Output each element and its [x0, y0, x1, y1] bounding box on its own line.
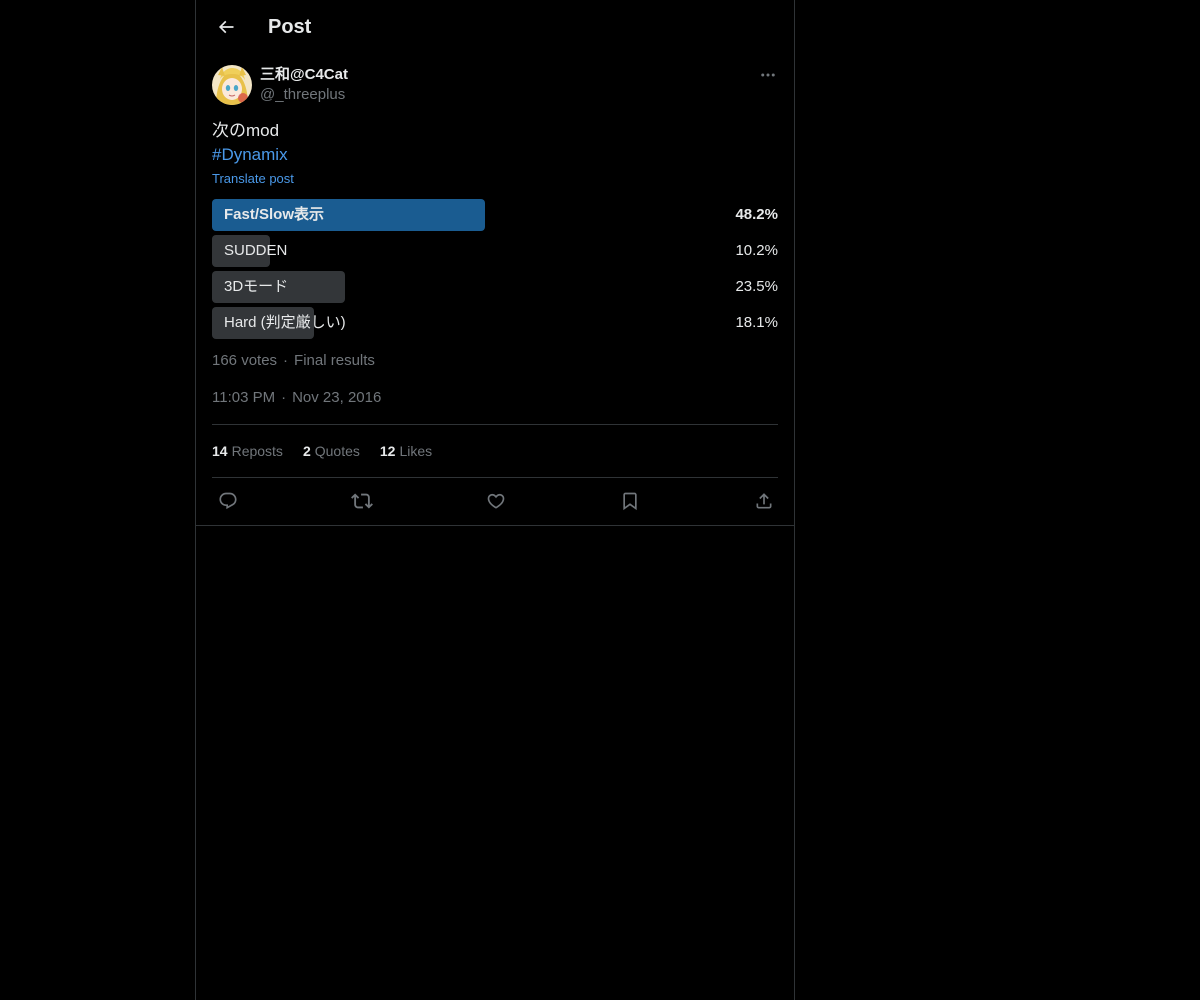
post-column: Post 三和@C4Cat @_threeplus 次のmod #Dynamix… [195, 0, 795, 1000]
poll-option-label: Hard (判定厳しい) [224, 314, 346, 331]
reposts-stat[interactable]: 14 Reposts [212, 441, 283, 461]
page-title: Post [268, 16, 312, 38]
divider [212, 424, 778, 425]
poll-option-percent: 23.5% [735, 278, 778, 295]
more-horizontal-icon [761, 73, 775, 77]
author-handle[interactable]: @_threeplus [260, 85, 345, 105]
post-header: Post [196, 0, 794, 54]
poll-summary: 166 votes · Final results [212, 352, 375, 369]
like-button[interactable] [484, 489, 508, 513]
poll-option-label: 3Dモード [224, 278, 289, 295]
more-options-button[interactable] [756, 64, 780, 86]
quotes-stat[interactable]: 2 Quotes [303, 441, 360, 461]
back-button[interactable] [208, 9, 244, 45]
poll-option-label: Fast/Slow表示 [224, 206, 325, 223]
repost-icon [351, 493, 373, 509]
hashtag-link[interactable]: #Dynamix [212, 143, 288, 167]
poll-votes: 166 votes [212, 352, 278, 369]
post-timestamp[interactable]: 11:03 PM · Nov 23, 2016 [212, 388, 381, 408]
share-button[interactable] [752, 489, 776, 513]
arrow-left-icon [218, 20, 234, 34]
bookmark-icon [623, 492, 637, 511]
poll-option: 3Dモード 23.5% [212, 271, 778, 303]
share-icon [756, 493, 772, 509]
poll: Fast/Slow表示 48.2% SUDDEN 10.2% 3Dモード 23.… [212, 199, 778, 343]
poll-option-label: SUDDEN [224, 242, 288, 259]
heart-icon [487, 493, 505, 509]
bookmark-button[interactable] [618, 489, 642, 513]
translate-post-link[interactable]: Translate post [212, 170, 294, 188]
divider [196, 525, 794, 526]
post-time: 11:03 PM [212, 389, 276, 406]
poll-option: Fast/Slow表示 48.2% [212, 199, 778, 231]
avatar[interactable] [212, 65, 252, 105]
engagement-stats: 14 Reposts 2 Quotes 12 Likes [212, 441, 452, 461]
poll-status: Final results [294, 352, 375, 369]
post-text: 次のmod [212, 121, 280, 140]
poll-option-percent: 18.1% [735, 314, 778, 331]
poll-option-percent: 48.2% [735, 206, 778, 223]
reply-button[interactable] [216, 489, 240, 513]
likes-stat[interactable]: 12 Likes [380, 441, 432, 461]
repost-button[interactable] [350, 489, 374, 513]
poll-option: Hard (判定厳しい) 18.1% [212, 307, 778, 339]
author-name[interactable]: 三和@C4Cat [260, 65, 348, 85]
post-date: Nov 23, 2016 [292, 389, 382, 406]
action-bar [196, 478, 794, 525]
reply-icon [219, 492, 237, 510]
poll-option-percent: 10.2% [735, 242, 778, 259]
avatar-image [212, 65, 252, 105]
poll-option: SUDDEN 10.2% [212, 235, 778, 267]
